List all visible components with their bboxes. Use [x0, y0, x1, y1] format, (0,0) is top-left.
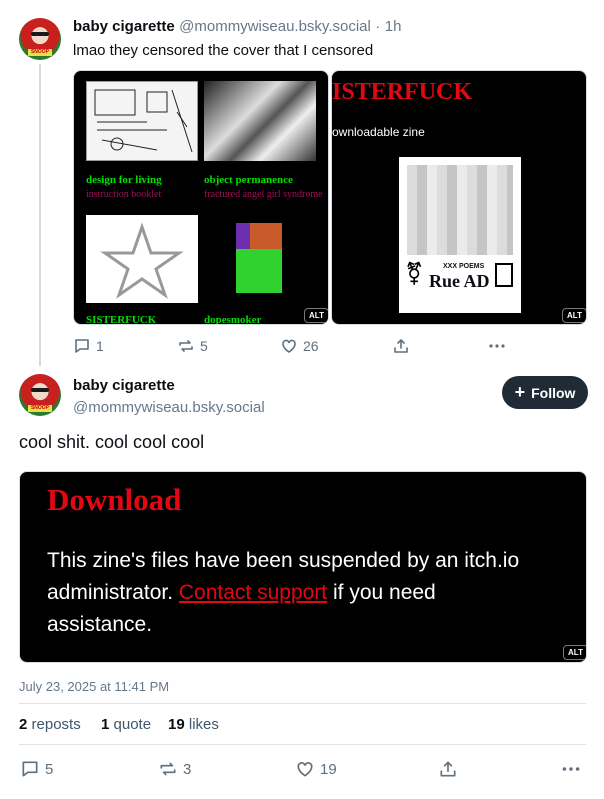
like-count: 19 — [320, 760, 337, 778]
star-icon — [100, 222, 184, 299]
sketch-drawing — [94, 89, 193, 153]
divider — [19, 703, 586, 704]
dopesmoker-thumb — [236, 223, 282, 293]
more-icon — [489, 344, 505, 348]
reposts-label: reposts — [31, 716, 81, 733]
image-right[interactable]: ISTERFUCK ownloadable zine ⚧ XXX POEMS R… — [331, 70, 587, 325]
thread-line — [39, 64, 41, 366]
suspension-message: This zine's files have been suspended by… — [47, 545, 537, 641]
repost-icon — [179, 340, 193, 352]
avatar[interactable]: SNOOP — [19, 18, 61, 60]
plus-icon: + — [514, 381, 526, 402]
divider — [19, 744, 586, 745]
gender-icon: ⚧ — [405, 261, 424, 286]
more-icon — [562, 767, 580, 771]
item1-sub: instruction booklet — [86, 189, 162, 200]
item2-title: object permanence — [204, 174, 293, 186]
share-button[interactable] — [438, 759, 458, 779]
likes-stat[interactable]: 19 likes — [168, 716, 219, 733]
rating-icon — [495, 263, 513, 287]
post-image[interactable]: Download This zine's files have been sus… — [19, 471, 587, 663]
reposts-stat[interactable]: 2 reposts — [19, 716, 81, 733]
contact-support-link[interactable]: Contact support — [179, 581, 327, 604]
reply-count: 5 — [45, 760, 54, 778]
separator: · — [375, 18, 381, 35]
cover-top: XXX POEMS — [443, 263, 485, 270]
heart-icon — [282, 339, 296, 353]
zine-cover: ⚧ XXX POEMS Rue AD — [399, 157, 521, 313]
like-button[interactable]: 26 — [280, 337, 319, 355]
share-icon — [394, 339, 408, 353]
item4-title: dopesmoker — [204, 314, 262, 325]
chains-thumb — [204, 81, 316, 161]
author-name[interactable]: baby cigarette — [73, 18, 175, 35]
like-count: 26 — [303, 338, 319, 354]
post-header: baby cigarette @mommywiseau.bsky.social … — [73, 18, 401, 36]
repost-count: 3 — [183, 760, 192, 778]
repost-count: 5 — [200, 338, 208, 354]
alt-badge[interactable]: ALT — [304, 308, 328, 323]
heart-icon — [297, 762, 313, 777]
more-button[interactable] — [560, 759, 582, 779]
reposts-count: 2 — [19, 716, 28, 733]
reply-icon — [22, 761, 38, 777]
repost-icon — [160, 762, 176, 776]
avatar[interactable]: SNOOP — [19, 374, 61, 416]
zine-subtitle: ownloadable zine — [332, 125, 425, 139]
post-text: lmao they censored the cover that I cens… — [73, 42, 374, 59]
item1-title: design for living — [86, 174, 162, 186]
image-left[interactable]: design for living instruction booklet ob… — [73, 70, 329, 325]
reply-button[interactable]: 5 — [20, 759, 53, 779]
post-time[interactable]: 1h — [385, 18, 402, 35]
more-button[interactable] — [487, 337, 507, 355]
item3-title: SISTERFUCK — [86, 314, 157, 325]
quotes-stat[interactable]: 1 quote — [101, 716, 151, 733]
alt-badge[interactable]: ALT — [563, 645, 586, 660]
follow-button[interactable]: + Follow — [502, 376, 588, 409]
quotes-count: 1 — [101, 716, 110, 733]
repost-button[interactable]: 3 — [158, 759, 191, 779]
post-timestamp[interactable]: July 23, 2025 at 11:41 PM — [19, 679, 169, 694]
download-heading: Download — [47, 482, 182, 517]
star-thumb — [86, 215, 198, 303]
post-text: cool shit. cool cool cool — [19, 432, 205, 452]
pixelated-cover — [407, 165, 513, 255]
author-handle[interactable]: @mommywiseau.bsky.social — [179, 18, 371, 35]
reply-count: 1 — [96, 338, 104, 354]
like-button[interactable]: 19 — [295, 759, 337, 779]
cover-name: Rue AD — [429, 271, 490, 291]
item2-sub: fractured angel girl syndrome — [204, 189, 323, 200]
reply-button[interactable]: 1 — [73, 337, 104, 355]
alt-badge[interactable]: ALT — [562, 308, 586, 323]
zine-title: ISTERFUCK — [332, 79, 473, 105]
reply-icon — [75, 339, 89, 353]
likes-label: likes — [188, 716, 219, 733]
share-icon — [440, 761, 456, 777]
sketch-thumb — [86, 81, 198, 161]
likes-count: 19 — [168, 716, 185, 733]
author-handle[interactable]: @mommywiseau.bsky.social — [73, 399, 265, 416]
repost-button[interactable]: 5 — [177, 337, 208, 355]
share-button[interactable] — [392, 337, 410, 355]
follow-label: Follow — [531, 384, 576, 401]
author-name[interactable]: baby cigarette — [73, 377, 175, 394]
quotes-label: quote — [113, 716, 152, 733]
